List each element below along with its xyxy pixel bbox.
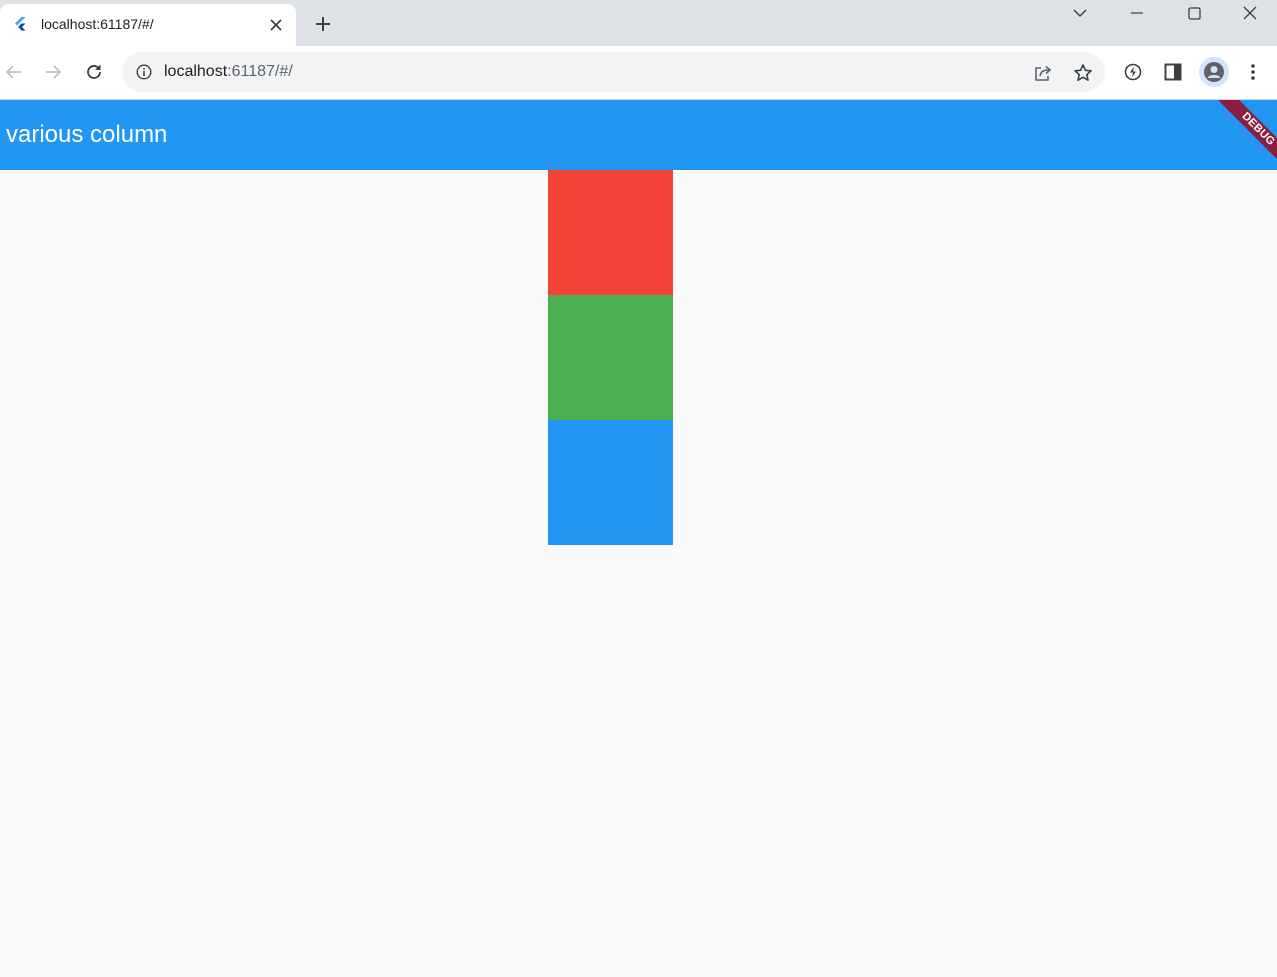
close-tab-icon[interactable] [266,15,286,35]
forward-arrow-icon[interactable] [39,58,67,86]
app-title: various column [6,121,168,148]
maximize-window-icon[interactable] [1166,0,1222,26]
profile-avatar-icon[interactable] [1199,57,1229,87]
debug-banner: DEBUG [1217,100,1277,170]
tab-title: localhost:61187/#/ [41,16,154,32]
flutter-logo-icon [12,16,28,32]
url-path: :61187/#/ [227,63,293,80]
side-panel-icon[interactable] [1159,58,1187,86]
green-box [548,295,673,420]
browser-toolbar: localhost:61187/#/ [0,46,1277,100]
back-arrow-icon[interactable] [0,58,28,86]
share-icon[interactable] [1032,62,1054,84]
site-info-icon[interactable] [135,63,153,81]
more-menu-icon[interactable] [1239,58,1267,86]
tab-search-chevron-icon[interactable] [1052,0,1108,26]
browser-tab[interactable]: localhost:61187/#/ [0,4,296,46]
app-body [0,170,1277,977]
minimize-window-icon[interactable] [1109,0,1165,26]
bookmark-star-icon[interactable] [1072,62,1094,84]
new-tab-icon[interactable] [311,12,335,36]
address-bar[interactable]: localhost:61187/#/ [122,52,1105,92]
close-window-icon[interactable] [1222,0,1277,26]
reload-icon[interactable] [80,58,108,86]
browser-tab-strip: localhost:61187/#/ [0,0,1277,46]
app-bar: various column DEBUG [0,100,1277,170]
extension-bolt-icon[interactable] [1119,58,1147,86]
url-text[interactable]: localhost:61187/#/ [164,63,293,81]
red-box [548,170,673,295]
url-host: localhost [164,63,228,80]
blue-box [548,420,673,545]
